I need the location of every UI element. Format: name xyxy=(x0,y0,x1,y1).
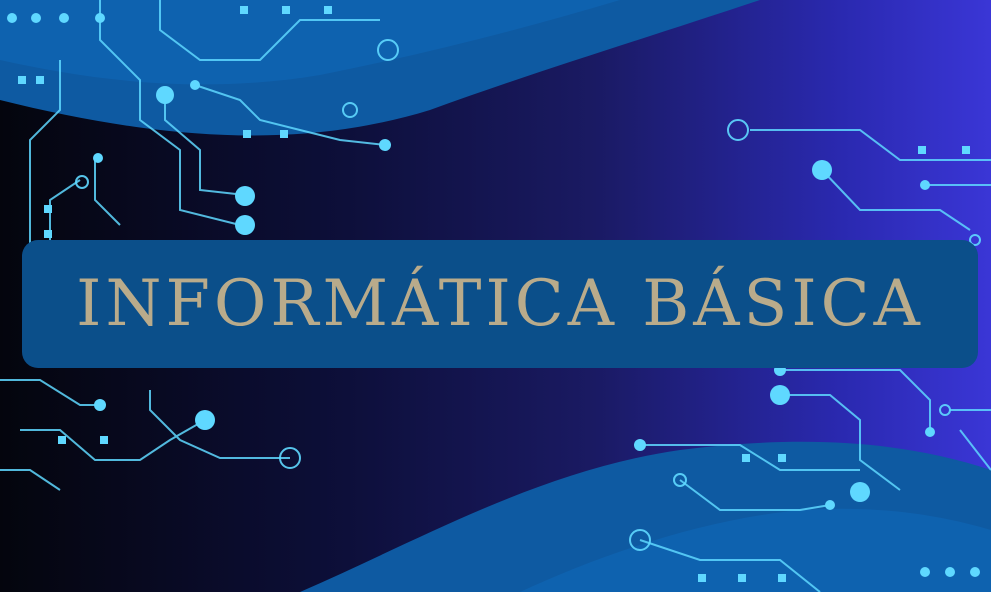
title-banner: INFORMÁTICA BÁSICA xyxy=(22,240,978,368)
banner-image: INFORMÁTICA BÁSICA xyxy=(0,0,991,592)
title-text: INFORMÁTICA BÁSICA xyxy=(76,267,924,341)
